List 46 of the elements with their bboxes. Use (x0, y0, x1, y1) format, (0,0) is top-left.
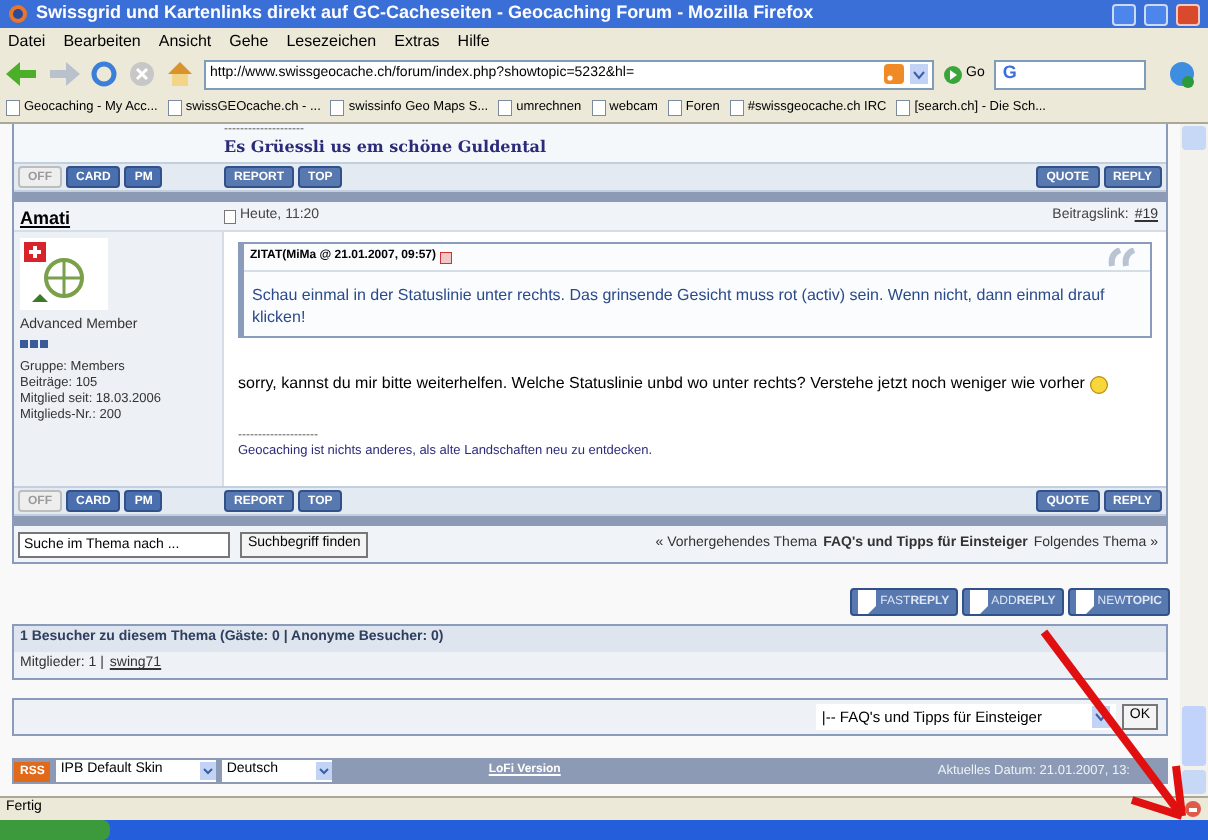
signature-text: Es Grüessli us em schöne Guldental (224, 136, 548, 158)
post-icon (224, 209, 236, 223)
menu-item[interactable]: Datei (8, 29, 46, 53)
close-button[interactable] (1176, 3, 1200, 25)
page-icon (969, 590, 988, 614)
scrollbar[interactable] (1180, 124, 1208, 796)
reload-icon (90, 60, 118, 88)
dropdown-icon (316, 762, 333, 780)
page-icon (1075, 590, 1094, 614)
scroll-thumb[interactable] (1182, 706, 1206, 766)
menu-item[interactable]: Lesezeichen (286, 29, 377, 53)
forward-icon (48, 62, 80, 86)
home-icon (166, 60, 194, 88)
page-icon (591, 100, 606, 116)
menu-item[interactable]: Hilfe (457, 29, 490, 53)
page-icon (858, 590, 877, 614)
minimize-button[interactable] (1112, 3, 1136, 25)
post-text: sorry, kannst du mir bitte weiterhelfen. Welche Statuslinie unbd wo unter rechts? Verstehe jetzt noch weniger wie vorher (238, 372, 1085, 396)
dropdown-icon (200, 762, 217, 780)
menu-item[interactable]: Ansicht (158, 29, 212, 53)
page-icon (667, 100, 682, 116)
page-icon (729, 100, 744, 116)
author-link[interactable]: Amati (20, 208, 71, 228)
page-icon (167, 100, 182, 116)
start-button[interactable] (0, 820, 110, 840)
scroll-down-button[interactable] (1182, 770, 1206, 794)
smiley-icon (1090, 375, 1109, 393)
go-icon (944, 65, 962, 83)
scroll-up-button[interactable] (1182, 126, 1206, 150)
page-icon (330, 100, 345, 116)
page-icon (896, 100, 911, 116)
quote-text: Schau einmal in der Statuslinie unter rechts. Das grinsende Gesicht muss rot (activ) sein. Wenn nicht, dann einmal drauf klicken! (250, 284, 1107, 330)
page-icon (498, 100, 513, 116)
menu-item[interactable]: Gehe (229, 29, 269, 53)
menu-item[interactable]: Bearbeiten (63, 29, 141, 53)
window-title: Swissgrid und Kartenlinks direkt auf GC-Cacheseiten - Geocaching Forum - Mozilla Firefox (36, 0, 816, 27)
maximize-button[interactable] (1144, 3, 1168, 25)
stop-icon (128, 60, 156, 88)
back-icon (6, 62, 38, 86)
avatar-icon (20, 238, 108, 310)
dropdown-icon (910, 64, 928, 84)
search-field[interactable]: G (994, 59, 1147, 89)
page-icon (6, 100, 20, 116)
menu-item[interactable]: Extras (394, 29, 440, 53)
quote-link-icon (440, 251, 452, 263)
feed-icon (884, 64, 904, 84)
